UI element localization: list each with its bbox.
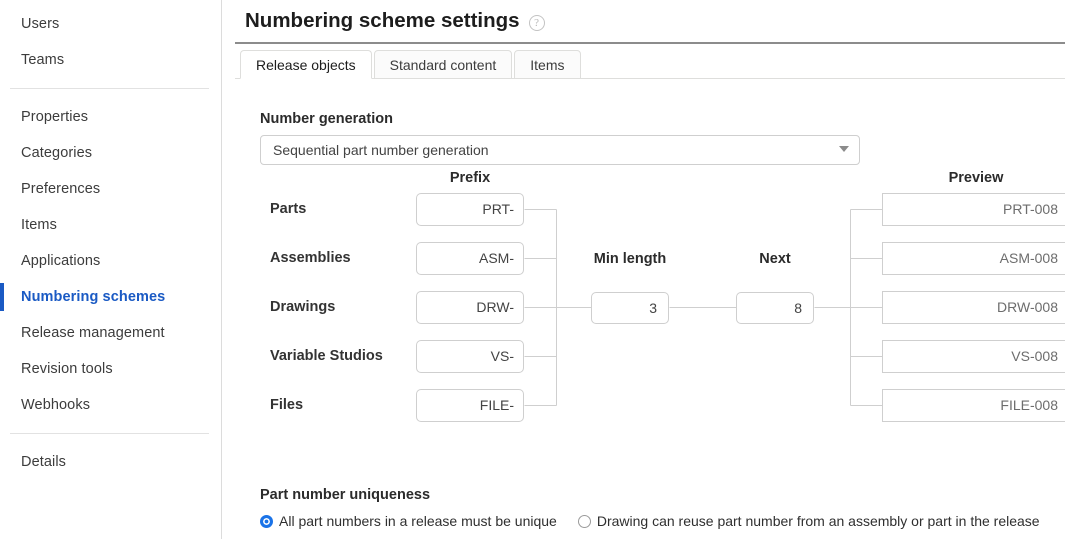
preview-value-drawings: DRW-008	[882, 291, 1065, 324]
sidebar-item-items[interactable]: Items	[0, 207, 221, 243]
sidebar-item-numbering-schemes[interactable]: Numbering schemes	[0, 279, 221, 315]
row-label-parts: Parts	[270, 201, 307, 217]
tab-release-objects[interactable]: Release objects	[240, 50, 372, 79]
part-number-uniqueness-title: Part number uniqueness	[260, 487, 431, 503]
prefix-input-variable-studios[interactable]: VS-	[416, 340, 524, 373]
preview-value-variable-studios: VS-008	[882, 340, 1065, 373]
uniqueness-option-0[interactable]: All part numbers in a release must be un…	[260, 513, 557, 529]
page-title: Numbering scheme settings	[245, 9, 520, 32]
uniqueness-option-label: All part numbers in a release must be un…	[279, 513, 557, 529]
sidebar-item-label: Preferences	[21, 181, 101, 197]
sidebar-item-webhooks[interactable]: Webhooks	[0, 387, 221, 423]
sidebar-item-properties[interactable]: Properties	[0, 99, 221, 135]
sidebar-item-label: Numbering schemes	[21, 289, 166, 305]
uniqueness-option-1[interactable]: Drawing can reuse part number from an as…	[577, 513, 1040, 529]
preview-value-files: FILE-008	[882, 389, 1065, 422]
tab-items[interactable]: Items	[514, 50, 581, 79]
preview-value-assemblies: ASM-008	[882, 242, 1065, 275]
sidebar-item-users[interactable]: Users	[0, 6, 221, 42]
sidebar-item-label: Release management	[21, 325, 165, 341]
main-panel: Numbering scheme settings ? Release obje…	[222, 0, 1065, 539]
uniqueness-option-label: Drawing can reuse part number from an as…	[596, 513, 1040, 529]
sidebar-item-label: Revision tools	[21, 361, 113, 377]
part-number-uniqueness-radio-group: All part numbers in a release must be un…	[260, 513, 1065, 529]
sidebar-item-label: Categories	[21, 145, 93, 161]
row-label-variable-studios: Variable Studios	[270, 348, 383, 364]
sidebar-divider	[10, 88, 209, 89]
next-label: Next	[759, 251, 791, 267]
radio-selected-icon[interactable]	[260, 514, 273, 528]
radio-unselected-icon[interactable]	[577, 514, 591, 528]
sidebar-item-applications[interactable]: Applications	[0, 243, 221, 279]
page-header: Numbering scheme settings ?	[235, 0, 1065, 44]
sidebar-item-label: Applications	[21, 253, 101, 269]
sidebar-item-revision-tools[interactable]: Revision tools	[0, 351, 221, 387]
prefix-input-files[interactable]: FILE-	[416, 389, 524, 422]
question-circle-icon[interactable]: ?	[528, 14, 545, 31]
row-label-files: Files	[270, 397, 304, 413]
prefix-column-header: Prefix	[449, 170, 491, 186]
sidebar-divider	[10, 433, 209, 434]
next-input[interactable]: 8	[736, 292, 814, 324]
prefix-input-parts[interactable]: PRT-	[416, 193, 524, 226]
number-generation-select[interactable]: Sequential part number generation	[260, 135, 860, 165]
tab-panel-release-objects: Number generation Sequential part number…	[235, 79, 1065, 434]
prefix-input-assemblies[interactable]: ASM-	[416, 242, 524, 275]
row-label-assemblies: Assemblies	[270, 250, 351, 266]
numbering-scheme-diagram: Prefix Preview Parts PRT- PRT-008 Assemblies A…	[260, 170, 1065, 434]
prefix-input-drawings[interactable]: DRW-	[416, 291, 524, 324]
tab-standard-content[interactable]: Standard content	[373, 50, 513, 79]
sidebar-item-release-management[interactable]: Release management	[0, 315, 221, 351]
sidebar-item-label: Properties	[21, 109, 89, 125]
sidebar-item-label: Details	[21, 454, 67, 470]
min-length-input[interactable]: 3	[591, 292, 669, 324]
sidebar-item-teams[interactable]: Teams	[0, 42, 221, 78]
number-generation-label: Number generation	[260, 111, 393, 127]
preview-column-header: Preview	[948, 170, 1004, 186]
sidebar-item-details[interactable]: Details	[0, 444, 221, 480]
preview-value-parts: PRT-008	[882, 193, 1065, 226]
sidebar-active-indicator	[0, 283, 4, 311]
sidebar-item-categories[interactable]: Categories	[0, 135, 221, 171]
sidebar-item-preferences[interactable]: Preferences	[0, 171, 221, 207]
row-label-drawings: Drawings	[270, 299, 336, 315]
settings-sidebar: Users Teams Properties Categories Preference…	[0, 0, 222, 539]
sidebar-item-label: Users	[21, 16, 60, 32]
app-root: Users Teams Properties Categories Preference…	[0, 0, 1065, 539]
sidebar-item-label: Webhooks	[21, 397, 91, 413]
number-generation-select-wrap: Sequential part number generation	[260, 135, 860, 165]
part-number-uniqueness-section: Part number uniqueness All part numbers …	[260, 487, 1065, 529]
tab-strip: Release objects Standard content Items	[235, 44, 1065, 79]
min-length-label: Min length	[593, 251, 667, 267]
sidebar-item-label: Teams	[21, 52, 65, 68]
sidebar-item-label: Items	[21, 217, 57, 233]
